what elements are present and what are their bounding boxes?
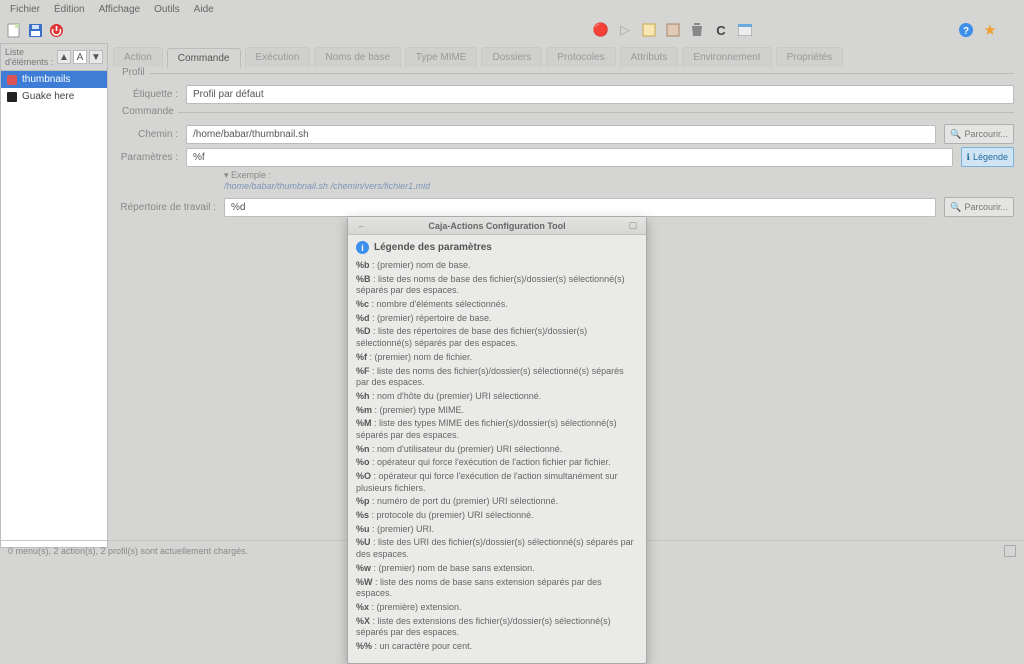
menu-help[interactable]: Aide <box>194 4 214 15</box>
legend-list: %b : (premier) nom de base. %B : liste de… <box>356 260 638 653</box>
tab-environment[interactable]: Environnement <box>682 47 771 67</box>
tab-basenames[interactable]: Noms de base <box>314 47 400 67</box>
example-value: /home/babar/thumbnail.sh /chemin/vers/fi… <box>224 181 430 191</box>
save-icon[interactable] <box>26 21 44 39</box>
dialog-maximize-icon[interactable]: ▢ <box>626 220 640 231</box>
input-etiquette[interactable]: Profil par défaut <box>186 85 1014 104</box>
legend-row: %B : liste des noms de base des fichier(… <box>356 274 638 297</box>
search-icon: 🔍 <box>950 202 961 213</box>
status-text: 0 menu(s), 2 action(s), 2 profil(s) sont… <box>8 546 248 556</box>
search-icon: 🔍 <box>950 129 961 140</box>
label-params: Paramètres : <box>118 152 178 163</box>
legend-row: %m : (premier) type MIME. <box>356 405 638 417</box>
input-params[interactable]: %f <box>186 148 953 167</box>
legend-row: %f : (premier) nom de fichier. <box>356 352 638 364</box>
tab-mime[interactable]: Type MIME <box>405 47 478 67</box>
doc-new-icon[interactable] <box>5 21 23 39</box>
toolbar: 🔴 ▷ C ? ★ <box>0 19 1024 43</box>
sidebar-title: Liste d'éléments : <box>5 47 55 67</box>
sidebar: Liste d'éléments : ▲ A ▼ thumbnails Guak… <box>0 43 108 548</box>
legend-row: %F : liste des noms des fichier(s)/dossi… <box>356 366 638 389</box>
sidebar-sort-icon[interactable]: A <box>73 50 87 64</box>
list-item-guake[interactable]: Guake here <box>1 88 107 105</box>
dialog-heading: Légende des paramètres <box>374 242 492 253</box>
menubar: Fichier Édition Affichage Outils Aide <box>0 0 1024 19</box>
status-indicator <box>1004 545 1016 557</box>
quit-icon[interactable] <box>47 21 65 39</box>
input-path[interactable]: /home/babar/thumbnail.sh <box>186 125 936 144</box>
legend-row: %M : liste des types MIME des fichier(s)… <box>356 418 638 441</box>
example-toggle-icon[interactable]: ▾ <box>224 170 229 180</box>
star-icon[interactable]: ★ <box>981 21 999 39</box>
cut-icon[interactable] <box>640 21 658 39</box>
legend-profil: Profil <box>118 67 149 78</box>
example-label: Exemple : <box>231 170 271 180</box>
list-item-label: thumbnails <box>22 74 70 85</box>
legend-row: %U : liste des URI des fichier(s)/dossie… <box>356 537 638 560</box>
tab-folders[interactable]: Dossiers <box>481 47 542 67</box>
label-workdir: Répertoire de travail : <box>118 202 216 213</box>
legend-row: %c : nombre d'éléments sélectionnés. <box>356 299 638 311</box>
fieldset-profil: Profil Étiquette : Profil par défaut <box>118 73 1014 104</box>
label-etiquette: Étiquette : <box>118 89 178 100</box>
fieldset-commande: Commande Chemin : /home/babar/thumbnail.… <box>118 112 1014 217</box>
legend-row: %W : liste des noms de base sans extensi… <box>356 577 638 600</box>
legend-button[interactable]: ℹ Légende <box>961 147 1014 167</box>
legend-row: %x : (première) extension. <box>356 602 638 614</box>
legend-row: %X : liste des extensions des fichier(s)… <box>356 616 638 639</box>
menu-edit[interactable]: Édition <box>54 4 85 15</box>
tab-action[interactable]: Action <box>113 47 163 67</box>
play-icon[interactable]: ▷ <box>616 21 634 39</box>
legend-row: %o : opérateur qui force l'exécution de … <box>356 457 638 469</box>
tab-commande[interactable]: Commande <box>167 48 241 68</box>
legend-row: %h : nom d'hôte du (premier) URI sélecti… <box>356 391 638 403</box>
tab-attributes[interactable]: Attributs <box>620 47 679 67</box>
legend-row: %O : opérateur qui force l'exécution de … <box>356 471 638 494</box>
delete-icon[interactable] <box>688 21 706 39</box>
list-item-label: Guake here <box>22 91 74 102</box>
copy-icon[interactable] <box>664 21 682 39</box>
dialog-title: Caja-Actions Configuration Tool <box>368 221 626 231</box>
legend-row: %p : numéro de port du (premier) URI sél… <box>356 496 638 508</box>
info-icon: ℹ <box>967 152 970 163</box>
browse-workdir-button[interactable]: 🔍 Parcourir... <box>944 197 1014 217</box>
window-icon[interactable] <box>736 21 754 39</box>
record-icon[interactable]: 🔴 <box>592 21 610 39</box>
svg-text:?: ? <box>963 26 969 37</box>
legend-dialog: – Caja-Actions Configuration Tool ▢ i Lé… <box>347 216 647 664</box>
action-icon <box>7 75 17 85</box>
legend-row: %u : (premier) URI. <box>356 524 638 536</box>
tabs: Action Commande Exécution Noms de base T… <box>108 43 1024 67</box>
terminal-icon <box>7 92 17 102</box>
legend-row: %% : un caractère pour cent. <box>356 641 638 653</box>
legend-row: %n : nom d'utilisateur du (premier) URI … <box>356 444 638 456</box>
refresh-icon[interactable]: C <box>712 21 730 39</box>
legend-row: %w : (premier) nom de base sans extensio… <box>356 563 638 575</box>
menu-tools[interactable]: Outils <box>154 4 180 15</box>
info-icon: i <box>356 241 369 254</box>
label-path: Chemin : <box>118 129 178 140</box>
list-item-thumbnails[interactable]: thumbnails <box>1 71 107 88</box>
legend-commande: Commande <box>118 106 178 117</box>
menu-view[interactable]: Affichage <box>99 4 141 15</box>
sidebar-down-icon[interactable]: ▼ <box>89 50 103 64</box>
tab-protocols[interactable]: Protocoles <box>546 47 615 67</box>
tab-execution[interactable]: Exécution <box>245 47 311 67</box>
legend-row: %b : (premier) nom de base. <box>356 260 638 272</box>
legend-row: %d : (premier) répertoire de base. <box>356 313 638 325</box>
sidebar-up-icon[interactable]: ▲ <box>57 50 71 64</box>
help-icon[interactable]: ? <box>957 21 975 39</box>
browse-path-button[interactable]: 🔍 Parcourir... <box>944 124 1014 144</box>
menu-file[interactable]: Fichier <box>10 4 40 15</box>
legend-row: %s : protocole du (premier) URI sélectio… <box>356 510 638 522</box>
input-workdir[interactable]: %d <box>224 198 936 217</box>
dialog-minimize-icon[interactable]: – <box>354 221 368 231</box>
tab-properties[interactable]: Propriétés <box>776 47 844 67</box>
legend-row: %D : liste des répertoires de base des f… <box>356 326 638 349</box>
